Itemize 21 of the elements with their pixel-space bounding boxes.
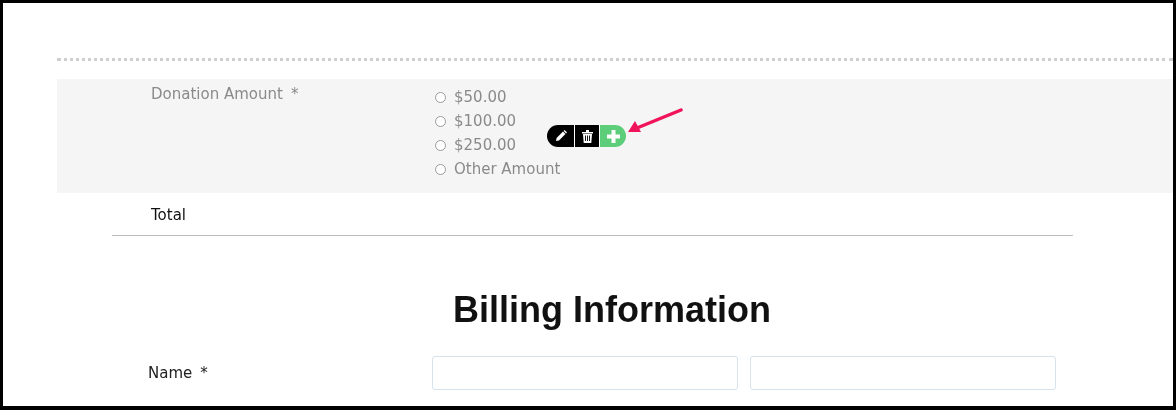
radio-button[interactable] — [435, 91, 446, 103]
edit-button[interactable] — [547, 125, 575, 147]
option-label[interactable]: $50.00 — [454, 88, 507, 106]
option-label[interactable]: $100.00 — [454, 112, 517, 130]
total-label: Total — [151, 206, 187, 224]
pencil-icon — [554, 130, 567, 142]
input-field[interactable] — [750, 356, 1056, 390]
field-label: Name — [148, 364, 193, 382]
trash-icon — [581, 129, 593, 143]
required-mark: * — [200, 364, 208, 382]
field-label: Donation Amount — [151, 85, 283, 105]
delete-button[interactable] — [575, 125, 600, 147]
section-heading: Billing Information — [452, 288, 772, 332]
plus-icon — [606, 129, 620, 143]
required-mark: * — [290, 85, 299, 105]
radio-button[interactable] — [435, 115, 446, 127]
radio-button[interactable] — [435, 163, 446, 175]
option-label[interactable]: Other Amount — [454, 160, 561, 178]
radio-button[interactable] — [435, 139, 446, 151]
option-label[interactable]: $250.00 — [454, 136, 517, 154]
input-field[interactable] — [432, 356, 738, 390]
